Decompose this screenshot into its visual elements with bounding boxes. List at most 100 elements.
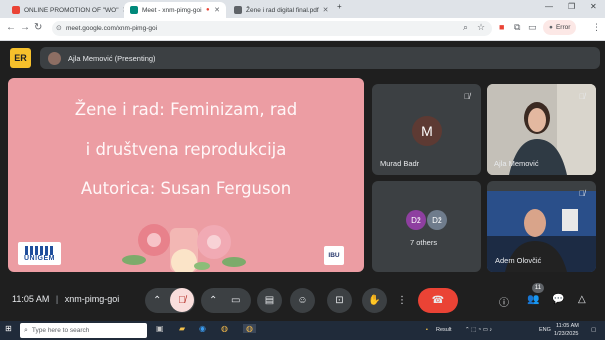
presenter-bar: Ajla Memović (Presenting)	[40, 47, 600, 69]
result-icon: ▪	[426, 327, 428, 333]
taskbar-clock-time[interactable]: 11:05 AM	[556, 323, 579, 329]
participant-name: Adem Olovčić	[495, 256, 542, 265]
separator: |	[55, 294, 59, 304]
result-label: Result	[436, 327, 452, 333]
mic-control-group: ⌃ 🎙̸	[145, 288, 195, 313]
slide-author: Autorica: Susan Ferguson	[80, 179, 292, 198]
taskbar-clock-date[interactable]: 1/23/2025	[554, 331, 578, 337]
emoji-icon: ☺	[297, 295, 308, 306]
camera-options-chevron-icon[interactable]: ⌃	[209, 295, 217, 306]
recording-dot-icon: ●	[206, 7, 210, 13]
profile-avatar-icon: ●	[549, 24, 553, 31]
captions-button[interactable]: ▤	[257, 288, 282, 313]
tab-title: ONLINE PROMOTION OF "WO"	[24, 6, 119, 14]
zoom-icon[interactable]: ⌕	[463, 22, 468, 33]
gmail-favicon-icon	[12, 6, 20, 14]
participant-name: Ajla Memović	[494, 159, 539, 168]
meeting-info-icon[interactable]: ⓘ	[499, 294, 509, 309]
file-explorer-icon[interactable]: ▰	[179, 324, 185, 333]
participants-count-badge: 11	[532, 283, 544, 293]
more-vertical-icon: ⋮	[397, 295, 407, 306]
camera-icon[interactable]: ▭	[231, 295, 240, 306]
tab-title: Meet - xnm-pimg-goi	[142, 6, 202, 14]
search-icon: ⌕	[24, 326, 28, 334]
tab-pdf[interactable]: Žene i rad digital final.pdf ✕	[228, 2, 332, 18]
mic-off-button[interactable]: 🎙̸	[170, 288, 194, 312]
browser-menu-icon[interactable]: ⋮	[592, 22, 601, 33]
participant-avatar: Dž	[427, 210, 447, 230]
flowers-fist-illustration	[122, 224, 246, 272]
participant-tile-adem[interactable]: 🎙̸ Adem Olovčić	[487, 181, 596, 272]
present-screen-icon: ⊡	[335, 295, 344, 306]
site-info-icon[interactable]: ⊙	[56, 24, 62, 32]
chrome-active-icon[interactable]: ◍	[243, 324, 256, 333]
taskbar-search[interactable]: ⌕ Type here to search	[20, 323, 147, 338]
restore-icon[interactable]: ❐	[568, 2, 575, 11]
profile-button[interactable]: ● Error	[543, 20, 577, 35]
presentation-slide: Žene i rad: Feminizam, rad i društvena r…	[8, 78, 364, 272]
camera-control-group: ⌃ ▭	[201, 288, 251, 313]
unigem-logo-text: UNIGEM	[24, 254, 55, 262]
leave-call-button[interactable]: ☎	[418, 288, 458, 313]
tab-search-icon[interactable]: ▭	[528, 22, 537, 33]
mic-options-chevron-icon[interactable]: ⌃	[153, 295, 161, 306]
minimize-icon[interactable]: —	[545, 2, 553, 11]
windows-start-icon[interactable]: ⊞	[5, 324, 12, 333]
unigem-logo: UNIGEM	[18, 242, 61, 265]
captions-icon: ▤	[264, 295, 275, 306]
system-tray-icons[interactable]: ⌃ ⬚ ◔ ▭ ♪	[465, 327, 492, 333]
tab-title: Žene i rad digital final.pdf	[246, 6, 319, 14]
language-indicator[interactable]: ENG	[539, 327, 551, 333]
notifications-icon[interactable]: ▢	[591, 327, 596, 333]
more-options-button[interactable]: ⋮	[393, 288, 411, 313]
new-tab-icon[interactable]: +	[337, 2, 342, 11]
hang-up-icon: ☎	[431, 295, 445, 306]
url-text: meet.google.com/xnm-pimg-goi	[66, 25, 158, 32]
people-icon[interactable]: 👥	[527, 294, 539, 305]
mic-off-icon: 🎙̸	[579, 189, 585, 198]
close-tab-icon[interactable]: ✕	[323, 6, 329, 14]
participant-avatar: M	[412, 116, 442, 146]
extension-icon[interactable]: ■	[499, 22, 504, 32]
ibu-logo: IBU	[324, 246, 344, 265]
address-bar[interactable]: ⊙ meet.google.com/xnm-pimg-goi	[52, 21, 492, 36]
meeting-code: xnm-pimg-goi	[64, 294, 120, 304]
mic-off-icon: 🎙̸	[464, 92, 470, 101]
close-window-icon[interactable]: ✕	[590, 2, 597, 11]
mic-off-icon: 🎙̸	[579, 92, 585, 101]
bookmark-star-icon[interactable]: ☆	[477, 22, 485, 33]
meet-favicon-icon	[130, 6, 138, 14]
activities-icon[interactable]: △	[578, 294, 586, 305]
task-view-icon[interactable]: ▣	[156, 324, 164, 333]
emoji-button[interactable]: ☺	[290, 288, 315, 313]
back-icon[interactable]: ←	[6, 22, 16, 33]
close-tab-icon[interactable]: ✕	[214, 6, 220, 14]
forward-icon[interactable]: →	[20, 22, 30, 33]
presenter-label: Ajla Memović (Presenting)	[68, 53, 156, 63]
presenter-avatar	[48, 51, 61, 65]
tab-online-promotion[interactable]: ONLINE PROMOTION OF "WO" ✕	[6, 2, 124, 18]
profile-label: Error	[555, 24, 571, 31]
chat-icon[interactable]: 💬	[552, 294, 564, 305]
participant-tile-ajla[interactable]: 🎙̸ Ajla Memović	[487, 84, 596, 175]
extensions-puzzle-icon[interactable]: ⧉	[514, 22, 520, 33]
participant-avatar: Dž	[406, 210, 426, 230]
participant-name: Murad Badr	[380, 159, 420, 168]
meeting-time: 11:05 AM	[12, 294, 50, 304]
raise-hand-icon: ✋	[368, 295, 381, 306]
slide-title-line-2: i društvena reprodukcija	[85, 140, 287, 159]
raise-hand-button[interactable]: ✋	[362, 288, 387, 313]
meeting-time-and-code: 11:05 AM | xnm-pimg-goi	[12, 294, 119, 304]
present-button[interactable]: ⊡	[327, 288, 352, 313]
reload-icon[interactable]: ↻	[34, 22, 42, 33]
edge-icon[interactable]: ◉	[199, 324, 206, 333]
participant-tile-others[interactable]: Dž Dž 7 others	[372, 181, 481, 272]
search-placeholder: Type here to search	[31, 327, 90, 334]
pdf-favicon-icon	[234, 6, 242, 14]
chrome-icon[interactable]: ◍	[221, 324, 228, 333]
participant-tile-murad[interactable]: 🎙̸ M Murad Badr	[372, 84, 481, 175]
tab-meet[interactable]: Meet - xnm-pimg-goi ● ✕	[124, 2, 226, 18]
slide-title-line-1: Žene i rad: Feminizam, rad	[74, 100, 298, 119]
others-label: 7 others	[410, 238, 438, 247]
meeting-logo: ER	[10, 48, 31, 68]
